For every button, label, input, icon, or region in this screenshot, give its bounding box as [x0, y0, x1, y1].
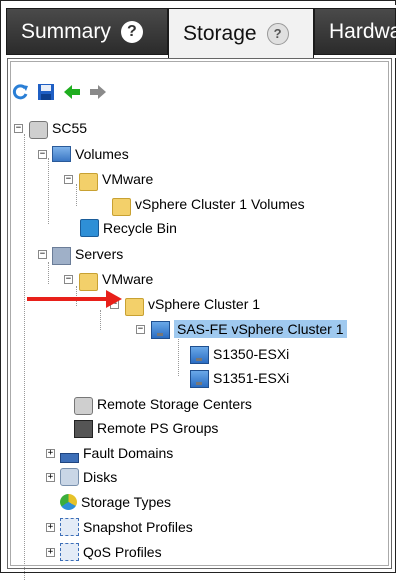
volumes-icon	[52, 146, 71, 162]
tree-node-sc55[interactable]: − SC55	[14, 117, 87, 139]
folder-icon	[125, 298, 144, 316]
storage-center-icon	[29, 121, 48, 139]
tree-node-label: S1351-ESXi	[213, 370, 290, 386]
toolbar	[10, 80, 108, 104]
annotation-arrow-head	[106, 290, 122, 308]
tree-node-label: SAS-FE vSphere Cluster 1	[174, 320, 347, 338]
collapse-toggle[interactable]: −	[38, 149, 47, 159]
tree-node-vsphere-volumes[interactable]: vSphere Cluster 1 Volumes	[112, 193, 305, 216]
expand-toggle[interactable]: +	[46, 547, 55, 557]
back-arrow-icon[interactable]	[62, 82, 82, 102]
tree-node-fault-domains[interactable]: + Fault Domains	[46, 442, 173, 464]
tree-node-label: Storage Types	[81, 494, 172, 510]
tree-node-label: Remote Storage Centers	[97, 396, 252, 412]
server-cluster-icon	[151, 321, 170, 339]
tree-node-label: Remote PS Groups	[97, 420, 219, 436]
tab-hardware-label: Hardwa	[329, 19, 396, 43]
tree-node-label: QoS Profiles	[83, 544, 162, 560]
collapse-toggle[interactable]: −	[136, 324, 145, 334]
folder-icon	[79, 273, 98, 291]
tree-node-servers-vmware[interactable]: − VMware	[64, 268, 154, 291]
tree-node-label: vSphere Cluster 1 Volumes	[135, 196, 305, 212]
tree-node-label: VMware	[102, 271, 154, 287]
tree-line	[178, 336, 179, 376]
tree-node-label: VMware	[102, 171, 154, 187]
qos-profile-icon	[60, 543, 79, 561]
server-icon	[190, 370, 209, 388]
forward-arrow-icon[interactable]	[88, 82, 108, 102]
tree-node-label: Recycle Bin	[103, 220, 177, 236]
tree-node-label: SC55	[52, 120, 88, 136]
tree-node-vsphere-cluster[interactable]: − vSphere Cluster 1	[110, 293, 261, 316]
folder-icon	[79, 173, 98, 191]
tree-node-label: Volumes	[75, 146, 129, 162]
expand-toggle[interactable]: +	[46, 448, 55, 458]
tree-node-volumes-vmware[interactable]: − VMware	[64, 168, 154, 191]
help-icon[interactable]: ?	[266, 22, 289, 45]
collapse-toggle[interactable]: −	[14, 123, 23, 133]
tree-line	[48, 262, 49, 284]
tree-node-label: Servers	[75, 246, 124, 262]
tab-summary[interactable]: Summary ?	[6, 8, 168, 55]
collapse-toggle[interactable]: −	[64, 274, 73, 284]
disks-icon	[60, 468, 79, 486]
tree-line	[100, 310, 101, 330]
tree-node-label: Fault Domains	[83, 445, 174, 461]
tab-storage-label: Storage	[183, 21, 257, 45]
expand-toggle[interactable]: +	[46, 522, 55, 532]
snapshot-profile-icon	[60, 518, 79, 536]
expand-toggle[interactable]: +	[46, 472, 55, 482]
save-icon[interactable]	[36, 82, 56, 102]
folder-icon	[112, 198, 131, 216]
tree-line	[48, 158, 49, 224]
tree-node-qos-profiles[interactable]: + QoS Profiles	[46, 541, 162, 563]
tree-line	[24, 134, 25, 580]
help-icon[interactable]: ?	[120, 20, 143, 43]
fault-domain-icon	[60, 453, 79, 463]
tree-node-remote-ps[interactable]: Remote PS Groups	[74, 417, 218, 439]
tree-node-recycle-bin[interactable]: Recycle Bin	[80, 217, 177, 239]
annotation-arrow	[27, 297, 113, 301]
servers-icon	[52, 247, 71, 265]
tab-bar: Summary ? Storage ? Hardwa	[6, 5, 396, 58]
server-icon	[190, 346, 209, 364]
tree-node-label: vSphere Cluster 1	[148, 296, 261, 312]
collapse-toggle[interactable]: −	[64, 174, 73, 184]
tree-node-label: Snapshot Profiles	[83, 519, 193, 535]
tree-node-sas-cluster[interactable]: − SAS-FE vSphere Cluster 1	[136, 318, 347, 340]
tree-node-remote-storage[interactable]: Remote Storage Centers	[74, 393, 252, 415]
recycle-bin-icon	[80, 219, 99, 237]
storage-types-icon	[60, 494, 77, 510]
tree-node-volumes[interactable]: − Volumes	[38, 143, 129, 165]
refresh-icon[interactable]	[10, 82, 30, 102]
tree-node-servers[interactable]: − Servers	[38, 243, 123, 265]
collapse-toggle[interactable]: −	[38, 249, 47, 259]
tab-summary-label: Summary	[21, 19, 111, 43]
tree-node-host-2[interactable]: S1351-ESXi	[190, 367, 289, 389]
tab-storage[interactable]: Storage ?	[168, 8, 314, 58]
storage-center-icon	[74, 397, 93, 415]
tree-node-label: Disks	[83, 469, 118, 485]
tree-node-label: S1350-ESXi	[213, 346, 290, 362]
tab-hardware[interactable]: Hardwa	[314, 8, 396, 55]
tree-node-snapshot-profiles[interactable]: + Snapshot Profiles	[46, 516, 193, 538]
tree-node-host-1[interactable]: S1350-ESXi	[190, 343, 289, 365]
tree-node-storage-types[interactable]: Storage Types	[60, 491, 171, 513]
ps-group-icon	[74, 420, 93, 438]
tree-node-disks[interactable]: + Disks	[46, 466, 117, 488]
